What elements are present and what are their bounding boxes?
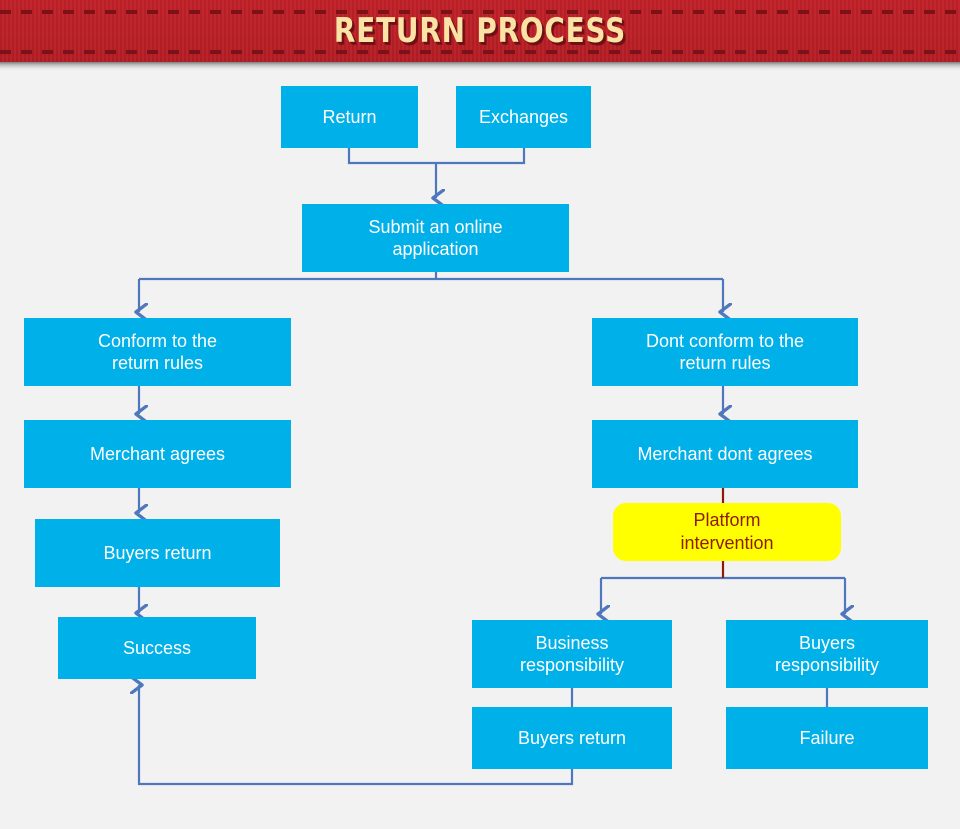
flow-node-label: Buyers return	[517, 728, 627, 748]
flow-node-buyers-return-left[interactable]: Buyers return	[35, 519, 280, 587]
flow-node-label: Buyers responsibility	[774, 633, 880, 675]
connector-merge-top	[347, 148, 526, 165]
flow-node-label: Exchanges	[478, 107, 569, 127]
flowchart-canvas: Return Exchanges Submit an online applicat…	[0, 62, 960, 829]
flow-node-buyers-return-bottom[interactable]: Buyers return	[472, 707, 672, 769]
flow-node-label: Dont conform to the return rules	[645, 331, 805, 373]
flow-node-label: Submit an online application	[368, 217, 503, 259]
flow-node-label: Conform to the return rules	[97, 331, 218, 373]
flow-node-label: Business responsibility	[519, 633, 625, 675]
flow-node-label: Platform intervention	[680, 510, 774, 553]
flow-node-submit[interactable]: Submit an online application	[302, 204, 569, 272]
page-title: RETURN PROCESS	[333, 11, 627, 51]
flow-node-label: Merchant agrees	[89, 444, 226, 464]
flow-node-business-resp[interactable]: Business responsibility	[472, 620, 672, 688]
flow-node-label: Buyers return	[103, 543, 212, 563]
flow-node-platform[interactable]: Platform intervention	[613, 503, 841, 561]
flow-node-failure[interactable]: Failure	[726, 707, 928, 769]
flow-node-label: Return	[322, 107, 377, 127]
flow-node-return[interactable]: Return	[281, 86, 418, 148]
flow-node-buyers-resp[interactable]: Buyers responsibility	[726, 620, 928, 688]
flowchart-page: RETURN PROCESS Return Exchanges Submit a…	[0, 0, 960, 829]
flow-node-label: Merchant dont agrees	[637, 444, 813, 464]
flow-node-agrees[interactable]: Merchant agrees	[24, 420, 291, 488]
flow-node-label: Success	[122, 638, 192, 658]
flow-node-dont-agrees[interactable]: Merchant dont agrees	[592, 420, 858, 488]
flow-node-exchanges[interactable]: Exchanges	[456, 86, 591, 148]
flow-node-success[interactable]: Success	[58, 617, 256, 679]
flow-node-label: Failure	[799, 728, 855, 748]
flow-node-conform[interactable]: Conform to the return rules	[24, 318, 291, 386]
flow-node-not-conform[interactable]: Dont conform to the return rules	[592, 318, 858, 386]
